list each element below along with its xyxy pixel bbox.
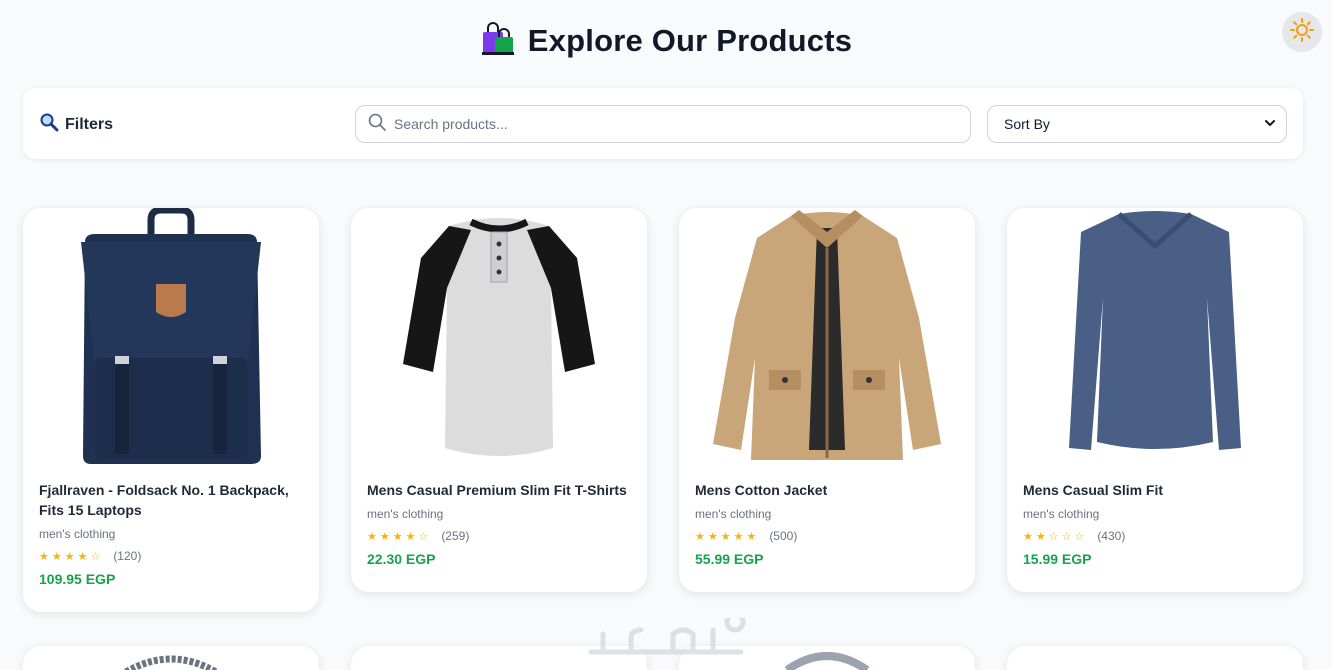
product-title: Mens Casual Slim Fit xyxy=(1023,482,1164,498)
rating-count: (259) xyxy=(441,529,470,543)
product-card[interactable]: Mens Casual Slim Fit men's clothing ★★☆☆… xyxy=(1007,208,1303,592)
rating-count: (500) xyxy=(769,529,798,543)
filters-label: Filters xyxy=(65,115,114,133)
product-title: Mens Cotton Jacket xyxy=(695,482,828,498)
product-rating: ★★★★☆ (120) xyxy=(39,549,303,563)
product-image xyxy=(23,646,319,670)
product-card[interactable] xyxy=(1007,646,1303,670)
product-title: Mens Casual Premium Slim Fit T-Shirts xyxy=(367,482,627,498)
product-category: men's clothing xyxy=(39,527,116,541)
product-image xyxy=(679,208,975,470)
theme-toggle-button[interactable] xyxy=(1282,12,1322,52)
star-rating-icons: ★★★★☆ xyxy=(39,550,104,563)
product-title: Fjallraven - Foldsack No. 1 Backpack, Fi… xyxy=(39,482,289,518)
rating-count: (430) xyxy=(1097,529,1126,543)
product-card[interactable]: Mens Cotton Jacket men's clothing ★★★★★ … xyxy=(679,208,975,592)
product-rating: ★★★★★ (500) xyxy=(695,529,959,543)
page-header: Explore Our Products xyxy=(0,20,1332,62)
product-price: 22.30 EGP xyxy=(367,551,436,567)
product-image xyxy=(351,208,647,470)
star-rating-icons: ★★★★★ xyxy=(695,530,760,543)
search-box[interactable] xyxy=(355,105,971,143)
star-rating-icons: ★★☆☆☆ xyxy=(1023,530,1088,543)
product-card[interactable]: Mens Casual Premium Slim Fit T-Shirts me… xyxy=(351,208,647,592)
filter-toolbar: Filters Sort By xyxy=(23,88,1303,159)
product-card[interactable]: Fjallraven - Foldsack No. 1 Backpack, Fi… xyxy=(23,208,319,612)
search-input[interactable] xyxy=(394,116,954,132)
chevron-down-icon xyxy=(1264,116,1276,132)
product-price: 15.99 EGP xyxy=(1023,551,1092,567)
product-price: 55.99 EGP xyxy=(695,551,764,567)
star-rating-icons: ★★★★☆ xyxy=(367,530,432,543)
magnifier-icon xyxy=(39,112,59,137)
product-rating: ★★☆☆☆ (430) xyxy=(1023,529,1287,543)
filters-button[interactable]: Filters xyxy=(39,112,113,137)
product-rating: ★★★★☆ (259) xyxy=(367,529,631,543)
sun-icon xyxy=(1290,17,1314,47)
product-image xyxy=(1007,208,1303,470)
shopping-bags-icon xyxy=(480,21,516,62)
product-category: men's clothing xyxy=(695,507,772,521)
product-image xyxy=(23,208,319,470)
product-category: men's clothing xyxy=(1023,507,1100,521)
search-icon xyxy=(368,113,386,136)
sort-select-value: Sort By xyxy=(1004,116,1050,132)
product-price: 109.95 EGP xyxy=(39,571,116,587)
page-title: Explore Our Products xyxy=(527,23,853,58)
rating-count: (120) xyxy=(113,549,142,563)
product-category: men's clothing xyxy=(367,507,444,521)
watermark-logo xyxy=(583,611,753,670)
product-card[interactable] xyxy=(23,646,319,670)
sort-select[interactable]: Sort By xyxy=(987,105,1287,143)
